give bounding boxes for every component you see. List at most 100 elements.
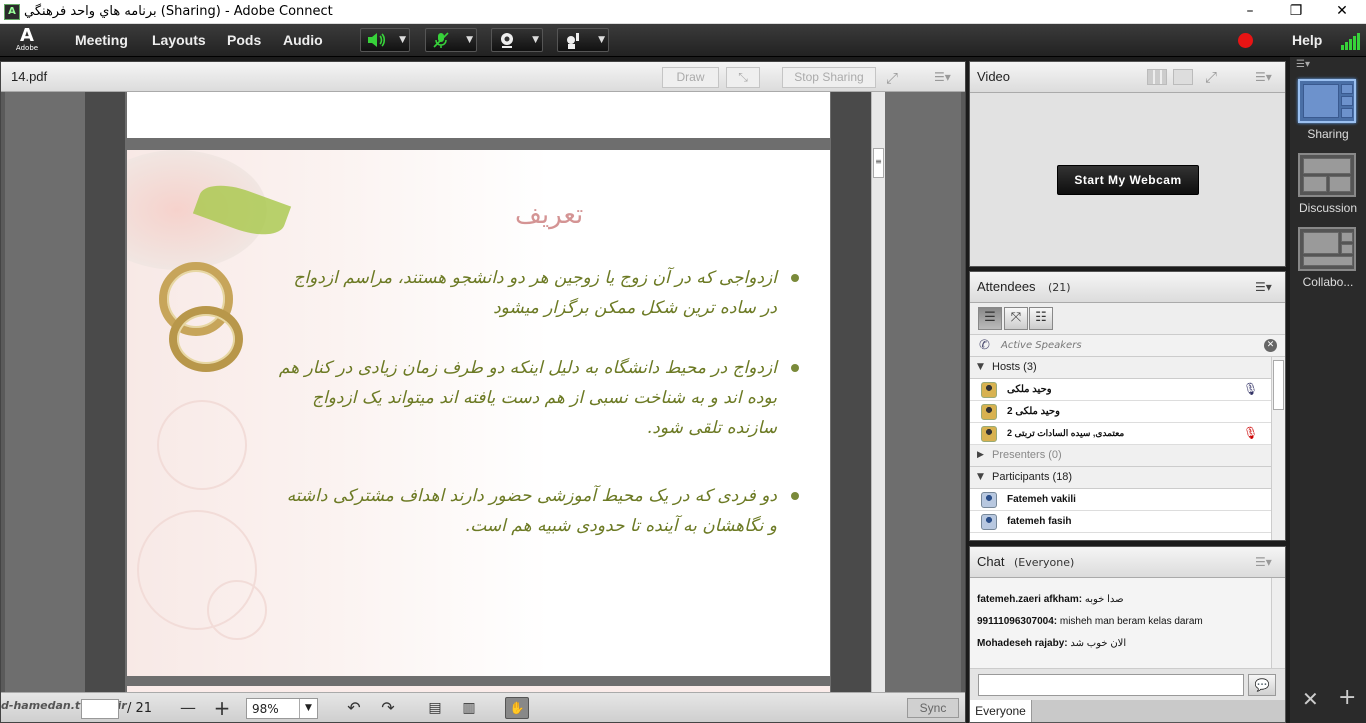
attendee-row[interactable]: وحید ملکی 🎙 xyxy=(970,379,1271,401)
annotation-tools-icon[interactable]: ⤡ xyxy=(726,67,760,88)
speaker-icon xyxy=(363,30,389,50)
menu-meeting[interactable]: Meeting xyxy=(75,32,128,48)
attendee-name: وحید ملکی 2 xyxy=(1007,406,1060,417)
layout-discussion[interactable]: Discussion xyxy=(1298,153,1358,215)
raise-hand-status-button[interactable]: ▼ xyxy=(557,28,609,52)
chat-input[interactable] xyxy=(978,674,1244,696)
attendee-name: Fatemeh vakili xyxy=(1007,494,1076,505)
layout-sharing[interactable]: Sharing xyxy=(1298,79,1358,141)
filmstrip-view-icon[interactable] xyxy=(1173,69,1193,85)
chevron-down-icon: ▼ xyxy=(399,35,406,45)
page-count: / 21 xyxy=(127,701,153,716)
list-view-icon[interactable]: ☰ xyxy=(978,307,1002,330)
webcam-toggle-button[interactable]: ▼ xyxy=(491,28,543,52)
chat-scope: (Everyone) xyxy=(1014,556,1075,569)
attendee-name: معتمدی, سیده السادات تربتی 2 xyxy=(1007,428,1125,438)
attendee-row[interactable]: وحید ملکی 2 xyxy=(970,401,1271,423)
rotate-left-icon[interactable]: ↶ xyxy=(343,698,365,718)
pod-options-menu-icon[interactable]: ☰▾ xyxy=(1255,555,1272,569)
pod-options-menu-icon[interactable]: ☰▾ xyxy=(934,70,951,84)
raise-hand-icon xyxy=(560,30,586,50)
zoom-out-icon[interactable]: — xyxy=(177,698,199,718)
slide-page: تعریف ازدواجی که در آن زوج یا زوجین هر د… xyxy=(127,150,830,676)
multi-page-icon[interactable]: ▥ xyxy=(458,698,480,718)
chat-tab-everyone[interactable]: Everyone xyxy=(970,700,1032,722)
single-page-icon[interactable]: ▤ xyxy=(424,698,446,718)
delete-layout-icon[interactable]: ✕ xyxy=(1302,687,1319,711)
slide-bullet-2: ازدواج در محیط دانشگاه به دلیل اینکه دو … xyxy=(278,358,777,438)
add-layout-icon[interactable]: + xyxy=(1338,685,1356,710)
rotate-right-icon[interactable]: ↷ xyxy=(377,698,399,718)
zoom-in-icon[interactable]: + xyxy=(211,698,233,718)
participant-avatar-icon xyxy=(981,492,997,508)
stop-sharing-button[interactable]: Stop Sharing xyxy=(782,67,876,88)
speaker-toggle-button[interactable]: ▼ xyxy=(360,28,410,52)
pod-options-menu-icon[interactable]: ☰▾ xyxy=(1255,280,1272,294)
attendee-row[interactable]: Fatemeh vakili xyxy=(970,489,1271,511)
participants-group[interactable]: ▼ Participants (18) xyxy=(970,467,1271,489)
fullscreen-icon[interactable]: ⤢ xyxy=(1205,68,1217,86)
microphone-muted-icon: 🎙 xyxy=(1243,426,1259,440)
menu-pods[interactable]: Pods xyxy=(227,32,261,48)
layout-label: Collabo... xyxy=(1302,275,1354,289)
sync-button[interactable]: Sync xyxy=(907,698,959,718)
layouts-menu-icon[interactable]: ☰▾ xyxy=(1296,59,1316,71)
layout-thumbnail xyxy=(1298,79,1356,123)
share-pod-header: 14.pdf Draw ⤡ Stop Sharing ⤢ ☰▾ xyxy=(1,62,965,92)
chat-sender: fatemeh.zaeri afkham: xyxy=(977,594,1083,605)
chat-pod-title: Chat xyxy=(977,554,1005,569)
hand-tool-icon[interactable]: ✋ xyxy=(505,697,529,719)
hosts-group[interactable]: ▼ Hosts (3) xyxy=(970,357,1271,379)
recording-indicator-icon[interactable] xyxy=(1238,33,1253,48)
active-speakers-label: Active Speakers xyxy=(1001,340,1082,351)
window-titlebar: A برنامه هاي واحد فرهنگي (Sharing) - Ado… xyxy=(0,0,1366,24)
chat-message: Mohadeseh rajaby: الان خوب شد xyxy=(977,638,1126,649)
presenters-group-label: Presenters (0) xyxy=(992,449,1062,461)
close-window-button[interactable]: ✕ xyxy=(1319,0,1365,24)
attendee-row[interactable]: fatemeh fasih xyxy=(970,511,1271,533)
attendee-name: fatemeh fasih xyxy=(1007,516,1072,527)
attendees-pod: Attendees (21) ☰▾ ☰ ⤧ ☷ ✆ Active Speaker… xyxy=(969,271,1286,541)
page-shadow-left xyxy=(85,92,125,692)
menu-audio[interactable]: Audio xyxy=(283,32,323,48)
minimize-button[interactable]: – xyxy=(1227,0,1273,24)
draw-button[interactable]: Draw xyxy=(662,67,719,88)
document-scrollbar[interactable]: ≡ xyxy=(871,92,885,692)
adobe-logo: A Adobe xyxy=(14,27,40,55)
help-menu[interactable]: Help xyxy=(1292,32,1322,48)
microphone-toggle-button[interactable]: ▼ xyxy=(425,28,477,52)
main-menubar: A Adobe Meeting Layouts Pods Audio ▼ ▼ ▼… xyxy=(0,24,1366,57)
send-message-icon[interactable]: 💬 xyxy=(1248,674,1276,696)
fullscreen-icon[interactable]: ⤢ xyxy=(886,69,898,87)
chat-message: 99111096307004: misheh man beram kelas d… xyxy=(977,616,1203,627)
zoom-select[interactable]: 98% ▼ xyxy=(246,698,318,719)
restore-button[interactable]: ❐ xyxy=(1273,0,1319,24)
close-icon[interactable]: ✕ xyxy=(1264,339,1277,352)
breakout-view-icon[interactable]: ⤧ xyxy=(1004,307,1028,330)
chat-scrollbar[interactable] xyxy=(1271,578,1285,668)
wedding-ring-icon xyxy=(169,306,243,372)
presenters-group[interactable]: ▶ Presenters (0) xyxy=(970,445,1271,467)
layout-collaboration[interactable]: Collabo... xyxy=(1298,227,1358,289)
pod-options-menu-icon[interactable]: ☰▾ xyxy=(1255,70,1272,84)
status-view-icon[interactable]: ☷ xyxy=(1029,307,1053,330)
chevron-down-icon: ▼ xyxy=(977,362,984,372)
microphone-active-icon: 🎙 xyxy=(1243,382,1259,396)
start-webcam-button[interactable]: Start My Webcam xyxy=(1057,165,1199,195)
scrollbar-thumb[interactable] xyxy=(1273,360,1284,410)
current-page-input[interactable] xyxy=(81,699,119,719)
slide-bullet-1: ازدواجی که در آن زوج یا زوجین هر دو دانش… xyxy=(293,268,777,318)
chat-tabs: Everyone xyxy=(970,700,1285,722)
grid-view-icon[interactable] xyxy=(1147,69,1167,85)
attendees-scrollbar[interactable] xyxy=(1271,357,1285,540)
attendee-row[interactable]: معتمدی, سیده السادات تربتی 2 🎙 xyxy=(970,423,1271,445)
zoom-value: 98% xyxy=(252,702,279,716)
phone-icon: ✆ xyxy=(979,338,990,353)
chat-text: صدا خوبه xyxy=(1084,594,1124,605)
host-avatar-icon xyxy=(981,404,997,420)
video-pod: Video ⤢ ☰▾ Start My Webcam xyxy=(969,61,1286,267)
layout-label: Discussion xyxy=(1298,201,1358,215)
scrollbar-thumb[interactable]: ≡ xyxy=(873,148,884,178)
layout-thumbnail xyxy=(1298,227,1356,271)
menu-layouts[interactable]: Layouts xyxy=(152,32,206,48)
